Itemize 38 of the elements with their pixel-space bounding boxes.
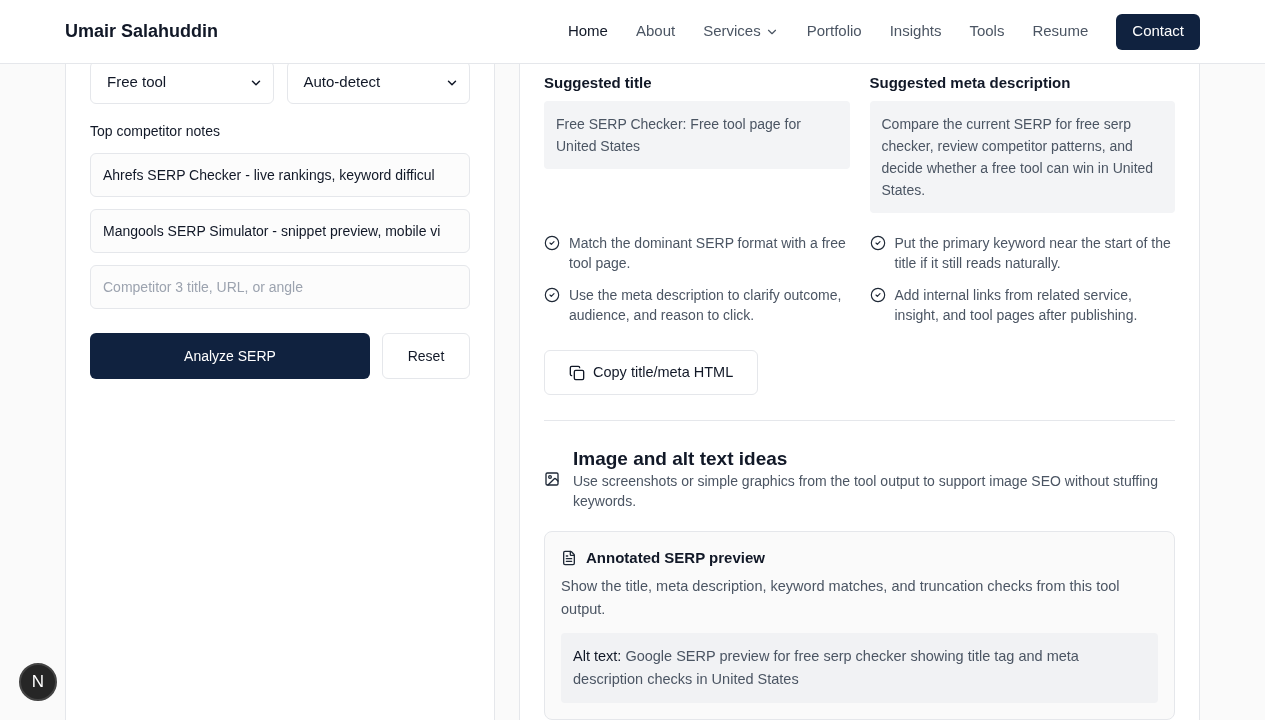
section-label: Suggested title [544, 73, 653, 93]
nav-dropdown[interactable]: Services [703, 20, 779, 43]
check-circle-icon [869, 287, 886, 303]
reset-button[interactable]: Reset [382, 333, 470, 379]
copy-icon [569, 364, 585, 381]
input-field[interactable]: Ahrefs SERP Checker - live rankings, keyword difficul [90, 153, 470, 197]
section-label: Suggested meta description [869, 73, 1072, 93]
alt-text-box: Alt text: Google SERP preview for free serp checker showing title tag and meta description checks in United States [561, 633, 1158, 703]
brand-name[interactable]: Umair Salahuddin [65, 18, 219, 45]
contact-button[interactable]: Contact [1116, 13, 1200, 50]
suggested-meta-box: Compare the current SERP for free serp checker, review competitor patterns, and decide whether a free tool can win in United States. [869, 101, 1175, 213]
checklist-text: Match the dominant SERP format with a free tool page. [569, 234, 847, 273]
check-circle-icon [544, 235, 560, 251]
check-circle-icon [869, 235, 886, 251]
input-field[interactable]: Mangools SERP Simulator - snippet preview, mobile vi [90, 209, 470, 253]
document-icon [561, 550, 577, 566]
nav-link[interactable]: Resume [1032, 20, 1089, 43]
analyze-button[interactable]: Analyze SERP [90, 333, 370, 379]
nav-link[interactable]: Insights [889, 20, 942, 43]
nav-link[interactable]: Portfolio [806, 20, 862, 43]
card-title: Annotated SERP preview [586, 548, 765, 568]
nav-link[interactable]: About [635, 20, 676, 43]
section-heading: Image and alt text ideas [573, 447, 789, 471]
select-field[interactable]: Free tool [90, 61, 274, 104]
nav-link[interactable]: Home [567, 20, 608, 43]
card-description: Show the title, meta description, keyword matches, and truncation checks from this tool output. [561, 577, 1121, 619]
checklist-text: Put the primary keyword near the start of the title if it still reads naturally. [894, 234, 1172, 273]
copy-button[interactable]: Copy title/meta HTML [544, 350, 759, 395]
nav-link[interactable]: Tools [969, 20, 1005, 43]
section-description: Use screenshots or simple graphics from the tool output to support image SEO without stuffing keywords. [573, 472, 1159, 511]
field-label: Top competitor notes [90, 122, 221, 141]
check-circle-icon [544, 287, 560, 303]
image-icon [544, 471, 560, 487]
suggested-title-box: Free SERP Checker: Free tool page for United States [544, 101, 850, 169]
dev-badge[interactable]: N [19, 663, 57, 701]
checklist-text: Add internal links from related service, insight, and tool pages after publishing. [894, 286, 1139, 325]
select-field[interactable]: Auto-detect [286, 61, 470, 104]
checklist-text: Use the meta description to clarify outcome, audience, and reason to click. [569, 286, 843, 325]
